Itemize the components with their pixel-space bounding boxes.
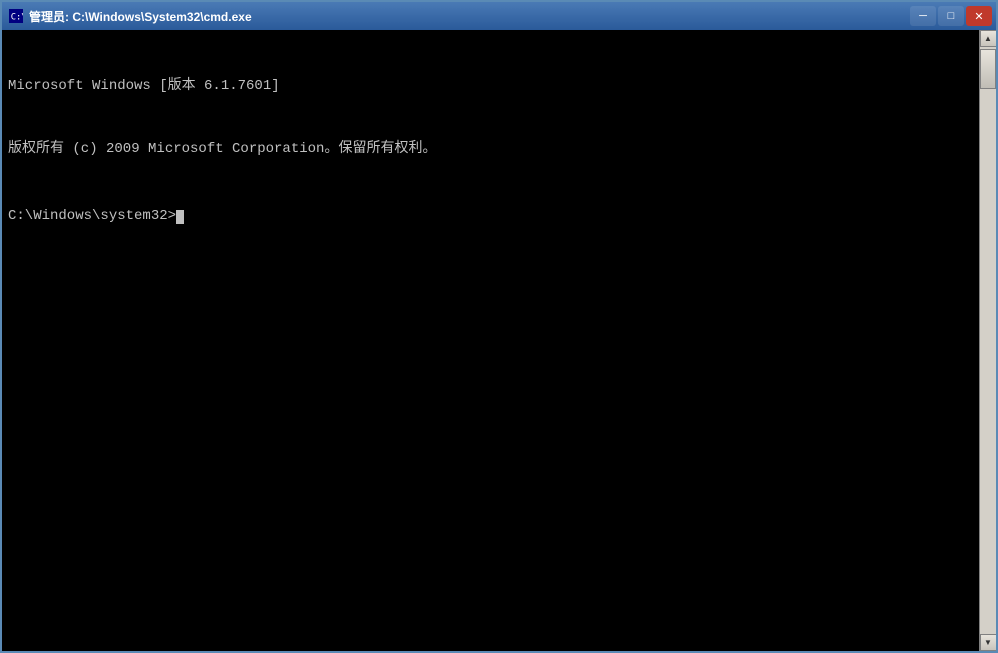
- console-line-3: C:\Windows\system32>: [8, 206, 973, 227]
- scroll-track[interactable]: [980, 47, 996, 634]
- title-bar: C:\ 管理员: C:\Windows\System32\cmd.exe ─ □…: [2, 2, 996, 30]
- title-buttons: ─ □ ✕: [910, 6, 992, 26]
- console-output: Microsoft Windows [版本 6.1.7601] 版权所有 (c)…: [8, 34, 973, 269]
- scroll-down-button[interactable]: ▼: [980, 634, 997, 651]
- console-line-1: Microsoft Windows [版本 6.1.7601]: [8, 76, 973, 97]
- console-area[interactable]: Microsoft Windows [版本 6.1.7601] 版权所有 (c)…: [2, 30, 979, 651]
- scrollbar-vertical[interactable]: ▲ ▼: [979, 30, 996, 651]
- title-bar-left: C:\ 管理员: C:\Windows\System32\cmd.exe: [8, 8, 252, 25]
- cmd-window: C:\ 管理员: C:\Windows\System32\cmd.exe ─ □…: [0, 0, 998, 653]
- svg-text:C:\: C:\: [11, 13, 23, 23]
- cursor-blink: [176, 210, 184, 224]
- console-line-2: 版权所有 (c) 2009 Microsoft Corporation。保留所有…: [8, 139, 973, 160]
- minimize-button[interactable]: ─: [910, 6, 936, 26]
- scroll-thumb[interactable]: [980, 49, 996, 89]
- window-title: 管理员: C:\Windows\System32\cmd.exe: [29, 8, 252, 25]
- close-button[interactable]: ✕: [966, 6, 992, 26]
- window-body: Microsoft Windows [版本 6.1.7601] 版权所有 (c)…: [2, 30, 996, 651]
- scroll-up-button[interactable]: ▲: [980, 30, 997, 47]
- maximize-button[interactable]: □: [938, 6, 964, 26]
- cmd-icon: C:\: [8, 8, 24, 24]
